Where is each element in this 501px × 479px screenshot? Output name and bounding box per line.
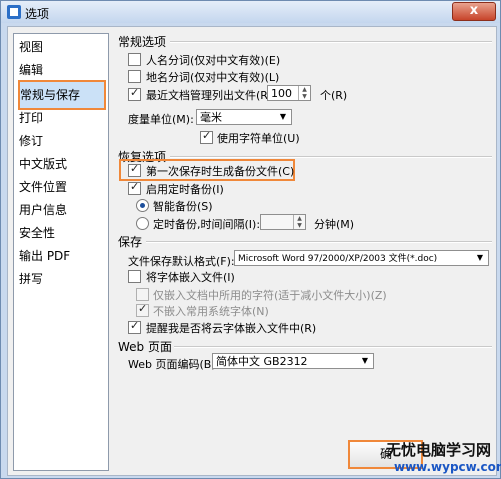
- timed-backup-label: 启用定时备份(I): [146, 183, 224, 196]
- window-title: 选项: [25, 7, 50, 21]
- sidebar-item-view[interactable]: 视图: [19, 37, 43, 57]
- smart-backup-label: 智能备份(S): [153, 200, 213, 213]
- encoding-value: 简体中文 GB2312: [216, 355, 308, 368]
- embed-fonts-label: 将字体嵌入文件(I): [146, 271, 235, 284]
- remind-cloud-fonts-checkbox[interactable]: [128, 319, 141, 334]
- sidebar-item-spelling[interactable]: 拼写: [19, 269, 43, 289]
- unit-value: 毫米: [200, 111, 222, 124]
- timed-backup-radio[interactable]: [136, 217, 149, 230]
- recent-count-spinner[interactable]: 100 ▲ ▼: [267, 85, 311, 101]
- sidebar-item-print[interactable]: 打印: [19, 108, 43, 128]
- remind-cloud-fonts-label: 提醒我是否将云字体嵌入文件中(R): [146, 322, 317, 335]
- web-group-title: Web 页面: [118, 340, 172, 354]
- spinner-arrows-icon[interactable]: ▲ ▼: [298, 86, 310, 100]
- minutes-label: 分钟(M): [314, 218, 355, 231]
- first-backup-checkbox[interactable]: [128, 162, 141, 177]
- encoding-dropdown[interactable]: 简体中文 GB2312 ▼: [212, 353, 374, 369]
- smart-backup-radio[interactable]: [136, 199, 149, 212]
- chevron-down-icon: ▼: [476, 253, 484, 262]
- watermark-title: 无忧电脑学习网: [386, 441, 492, 459]
- recovery-separator: [170, 156, 492, 158]
- no-common-fonts-checkbox[interactable]: [136, 302, 149, 317]
- recent-count-value: 100: [271, 87, 292, 100]
- category-list: 视图 编辑 常规与保存 打印 修订 中文版式 文件位置 用户信息 安全性 输出 …: [13, 33, 109, 471]
- sidebar-item-general-save[interactable]: 常规与保存: [18, 80, 106, 110]
- title-bar: 选项 x: [1, 1, 500, 23]
- unit-dropdown[interactable]: 毫米 ▼: [196, 109, 292, 125]
- sidebar-item-security[interactable]: 安全性: [19, 223, 55, 243]
- general-separator: [170, 41, 492, 43]
- recent-files-label: 最近文档管理列出文件(R):: [146, 89, 276, 102]
- timed-backup-checkbox[interactable]: [128, 180, 141, 195]
- char-unit-checkbox[interactable]: [200, 129, 213, 144]
- web-separator: [174, 346, 492, 348]
- format-value: Microsoft Word 97/2000/XP/2003 文件(*.doc): [238, 254, 438, 264]
- sidebar-item-export-pdf[interactable]: 输出 PDF: [19, 246, 70, 266]
- dialog-body: 视图 编辑 常规与保存 打印 修订 中文版式 文件位置 用户信息 安全性 输出 …: [7, 26, 497, 476]
- char-unit-label: 使用字符单位(U): [217, 132, 300, 145]
- options-dialog: 选项 x 视图 编辑 常规与保存 打印 修订 中文版式 文件位置 用户信息 安全…: [0, 0, 501, 479]
- general-group-title: 常规选项: [118, 35, 167, 49]
- spinner-arrows-icon[interactable]: ▲ ▼: [293, 215, 305, 229]
- first-backup-label: 第一次保存时生成备份文件(C): [146, 165, 295, 178]
- sidebar-item-user-info[interactable]: 用户信息: [19, 200, 67, 220]
- embed-used-chars-checkbox[interactable]: [136, 288, 149, 301]
- format-dropdown[interactable]: Microsoft Word 97/2000/XP/2003 文件(*.doc)…: [234, 250, 489, 266]
- unit-label: 度量单位(M):: [128, 113, 194, 126]
- embed-used-chars-label: 仅嵌入文档中所用的字符(适于减小文件大小)(Z): [153, 289, 387, 302]
- save-group-title: 保存: [118, 235, 143, 249]
- no-common-fonts-label: 不嵌入常用系统字体(N): [153, 305, 269, 318]
- place-name-label: 地名分词(仅对中文有效)(L): [146, 71, 280, 84]
- interval-spinner[interactable]: ▲ ▼: [260, 214, 306, 230]
- app-icon: [7, 5, 21, 19]
- save-separator: [146, 241, 492, 243]
- chevron-down-icon: ▼: [361, 356, 369, 365]
- timed-backup-interval-label: 定时备份,时间间隔(I):: [153, 218, 261, 231]
- watermark-url: www.wypcw.com: [394, 460, 501, 474]
- embed-fonts-checkbox[interactable]: [128, 270, 141, 283]
- sidebar-item-chinese-layout[interactable]: 中文版式: [19, 154, 67, 174]
- sidebar-item-revision[interactable]: 修订: [19, 131, 43, 151]
- format-label: 文件保存默认格式(F):: [128, 255, 235, 268]
- site-watermark: 无忧电脑学习网 www.wypcw.com: [386, 439, 501, 474]
- person-name-checkbox[interactable]: [128, 53, 141, 66]
- recent-files-checkbox[interactable]: [128, 86, 141, 101]
- recent-unit-label: 个(R): [320, 89, 348, 102]
- sidebar-item-file-location[interactable]: 文件位置: [19, 177, 67, 197]
- person-name-label: 人名分词(仅对中文有效)(E): [146, 54, 281, 67]
- close-button[interactable]: x: [452, 2, 496, 21]
- sidebar-item-edit[interactable]: 编辑: [19, 60, 43, 80]
- place-name-checkbox[interactable]: [128, 70, 141, 83]
- encoding-label: Web 页面编码(B):: [128, 358, 220, 371]
- settings-panel: 常规选项 人名分词(仅对中文有效)(E) 地名分词(仅对中文有效)(L) 最近文…: [114, 27, 494, 467]
- chevron-down-icon: ▼: [279, 112, 287, 121]
